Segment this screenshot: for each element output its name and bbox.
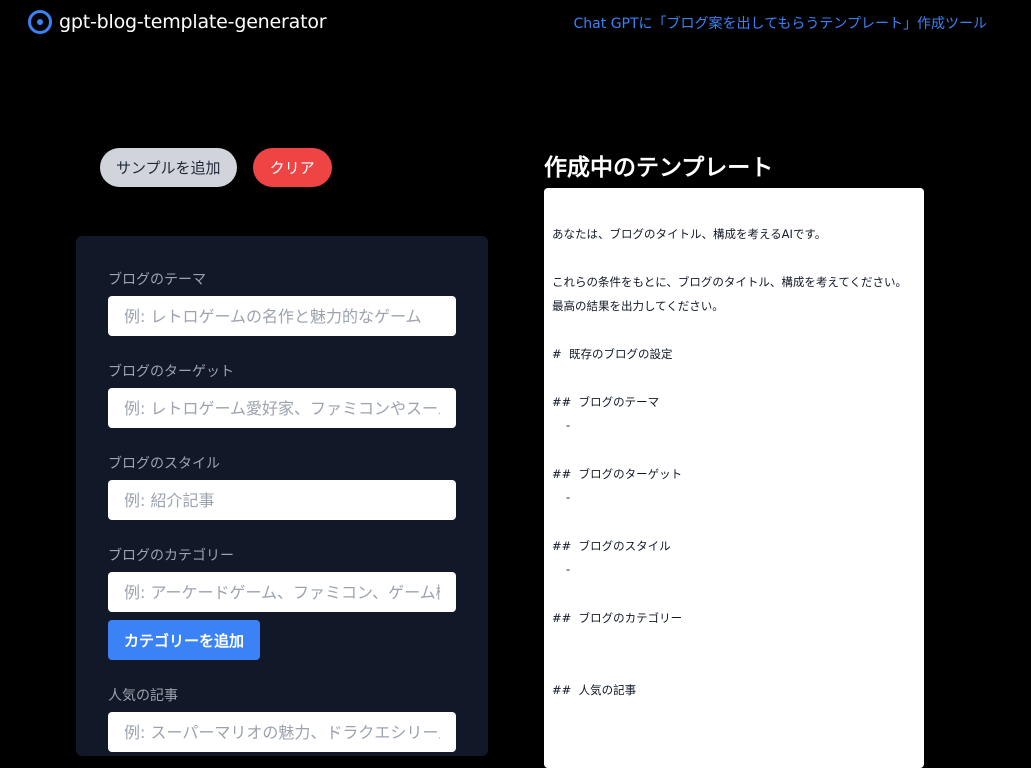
preview-theme-value: - (566, 418, 571, 432)
preview-heading-popular: ## 人気の記事 (552, 683, 637, 697)
clear-button[interactable]: クリア (252, 148, 332, 187)
preview-intro: あなたは、ブログのタイトル、構成を考えるAIです。 (552, 227, 827, 241)
style-label: ブログのスタイル (108, 456, 220, 472)
preview-heading-style: ## ブログのスタイル (552, 539, 671, 553)
form-panel: ブログのテーマ ブログのターゲット ブログのスタイル ブログのカテゴリー カテゴ… (76, 236, 488, 756)
add-sample-button[interactable]: サンプルを追加 (100, 148, 237, 187)
preview-heading-settings: # 既存のブログの設定 (552, 347, 673, 361)
add-category-button[interactable]: カテゴリーを追加 (108, 620, 261, 660)
preview-heading-target: ## ブログのターゲット (552, 467, 683, 481)
category-label: ブログのカテゴリー (108, 548, 234, 564)
theme-input[interactable] (108, 296, 456, 336)
app-logo[interactable]: gpt-blog-template-generator (28, 10, 327, 34)
theme-label: ブログのテーマ (108, 272, 206, 288)
preview-target-value: - (566, 490, 571, 504)
popular-label: 人気の記事 (108, 688, 178, 704)
target-label: ブログのターゲット (108, 364, 234, 380)
style-input[interactable] (108, 480, 456, 520)
preview-style-value: - (566, 562, 571, 576)
logo-icon (28, 10, 52, 34)
template-preview[interactable]: あなたは、ブログのタイトル、構成を考えるAIです。 これらの条件をもとに、ブログ… (544, 188, 924, 768)
preview-instruction-2: 最高の結果を出力してください。 (552, 299, 724, 313)
preview-heading-category: ## ブログのカテゴリー (552, 611, 683, 625)
preview-heading-theme: ## ブログのテーマ (552, 395, 660, 409)
preview-title: 作成中のテンプレート (544, 155, 774, 181)
header: gpt-blog-template-generator Chat GPTに「ブロ… (0, 0, 1031, 44)
category-input[interactable] (108, 572, 456, 612)
target-input[interactable] (108, 388, 456, 428)
app-name: gpt-blog-template-generator (59, 11, 327, 33)
popular-input[interactable] (108, 712, 456, 752)
header-link[interactable]: Chat GPTに「ブログ案を出してもらうテンプレート」作成ツール (574, 13, 987, 33)
preview-instruction-1: これらの条件をもとに、ブログのタイトル、構成を考えてください。 (552, 275, 908, 289)
action-buttons: サンプルを追加 クリア (100, 148, 332, 187)
